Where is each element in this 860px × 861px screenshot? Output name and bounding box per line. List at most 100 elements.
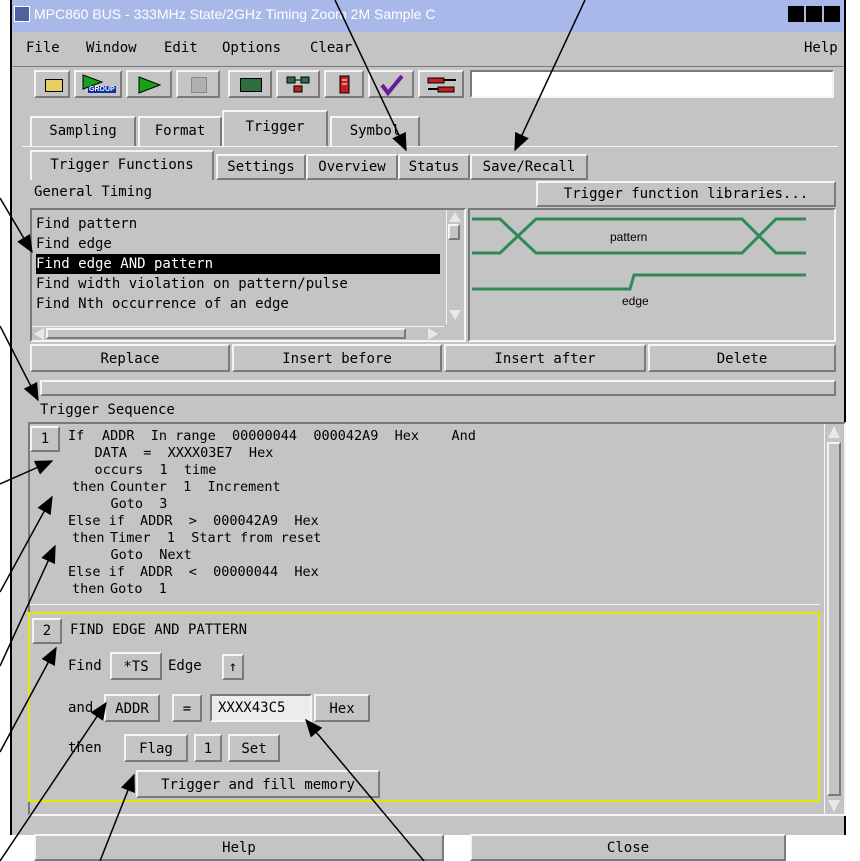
insert-after-button[interactable]: Insert after xyxy=(444,344,646,372)
edge-waveform-label: edge xyxy=(622,294,649,308)
signal-select-button[interactable]: *TS xyxy=(110,652,162,680)
play-icon xyxy=(138,76,162,94)
flag-number-button[interactable]: 1 xyxy=(194,734,222,762)
module-icon xyxy=(339,75,350,94)
stop-button[interactable] xyxy=(176,70,220,98)
step-1-line: Timer 1 Start from reset xyxy=(110,530,322,546)
operator-button[interactable]: = xyxy=(172,694,202,722)
bus-select-button[interactable]: ADDR xyxy=(104,694,160,722)
menu-bar: File Window Edit Options Clear Help xyxy=(12,32,844,64)
scroll-up-arrow[interactable] xyxy=(828,426,840,438)
listing-icon xyxy=(240,78,262,92)
waveform-preview xyxy=(472,217,806,291)
toolbar-status-field[interactable] xyxy=(470,70,834,98)
subtab-save-recall[interactable]: Save/Recall xyxy=(470,154,588,180)
window-title: MPC860 BUS - 333MHz State/2GHz Timing Zo… xyxy=(34,6,436,22)
menu-window[interactable]: Window xyxy=(86,40,137,56)
sequence-step-1[interactable]: If ADDR In range 00000044 000042A9 Hex A… xyxy=(62,428,762,600)
find-label: Find xyxy=(68,658,102,674)
step-2-number-button[interactable]: 2 xyxy=(32,618,62,644)
list-item[interactable]: Find Nth occurrence of an edge xyxy=(36,294,440,314)
scroll-thumb[interactable] xyxy=(827,442,841,796)
subtab-status[interactable]: Status xyxy=(398,154,470,180)
minimize-button[interactable] xyxy=(788,6,804,22)
step-1-keyword: If xyxy=(68,428,85,444)
check-button[interactable] xyxy=(368,70,414,98)
close-window-button[interactable] xyxy=(824,6,840,22)
tab-trigger[interactable]: Trigger xyxy=(222,110,328,148)
setup-button[interactable] xyxy=(418,70,464,98)
scroll-right-arrow[interactable] xyxy=(428,328,438,340)
step-1-line: Goto 1 xyxy=(110,581,167,597)
menu-help[interactable]: Help xyxy=(804,40,838,56)
window-menu-icon[interactable] xyxy=(14,6,30,22)
pane-divider[interactable] xyxy=(40,380,836,396)
scroll-left-arrow[interactable] xyxy=(34,328,44,340)
function-preview: pattern edge xyxy=(468,208,836,342)
step-1-line: ADDR > 000042A9 Hex xyxy=(140,513,319,529)
scroll-thumb[interactable] xyxy=(448,224,460,240)
waveform-button[interactable] xyxy=(276,70,320,98)
sequence-scrollbar[interactable] xyxy=(824,424,843,814)
list-horizontal-scrollbar[interactable] xyxy=(32,326,444,341)
step-1-keyword: then xyxy=(72,530,105,546)
subtab-overview[interactable]: Overview xyxy=(306,154,398,180)
edge-label: Edge xyxy=(168,658,202,674)
list-item-selected[interactable]: Find edge AND pattern xyxy=(36,254,440,274)
flag-set-button[interactable]: Set xyxy=(228,734,280,762)
trigger-and-fill-memory-button[interactable]: Trigger and fill memory xyxy=(136,770,380,798)
list-item[interactable]: Find width violation on pattern/pulse xyxy=(36,274,440,294)
trigger-sequence-title: Trigger Sequence xyxy=(40,402,175,418)
replace-button[interactable]: Replace xyxy=(30,344,230,372)
run-button[interactable] xyxy=(126,70,172,98)
group-run-button[interactable]: GROUP xyxy=(74,70,122,98)
tab-sampling[interactable]: Sampling xyxy=(30,116,136,146)
step-1-line: Counter 1 Increment xyxy=(110,479,281,495)
menu-edit[interactable]: Edit xyxy=(164,40,198,56)
open-file-button[interactable] xyxy=(34,70,70,98)
insert-before-button[interactable]: Insert before xyxy=(232,344,442,372)
tab-panel-border xyxy=(22,146,838,147)
tools-icon xyxy=(427,77,456,93)
scroll-down-arrow[interactable] xyxy=(449,310,461,320)
function-category-label: General Timing xyxy=(34,184,153,200)
sequence-step-2[interactable]: 2 FIND EDGE AND PATTERN Find *TS Edge ↑ … xyxy=(28,612,820,802)
subtab-settings[interactable]: Settings xyxy=(216,154,306,180)
delete-button[interactable]: Delete xyxy=(648,344,836,372)
module-button[interactable] xyxy=(324,70,364,98)
flag-action-button[interactable]: Flag xyxy=(124,734,188,762)
step-1-line: DATA = XXXX03E7 Hex xyxy=(62,445,274,461)
list-item[interactable]: Find pattern xyxy=(36,214,440,234)
tab-format[interactable]: Format xyxy=(138,116,222,146)
scroll-down-arrow[interactable] xyxy=(828,800,840,812)
pattern-value-field[interactable]: XXXX43C5 xyxy=(210,694,312,722)
and-label: and xyxy=(68,700,94,716)
step-1-keyword: then xyxy=(72,479,105,495)
step-2-title: FIND EDGE AND PATTERN xyxy=(70,622,248,638)
title-bar[interactable]: MPC860 BUS - 333MHz State/2GHz Timing Zo… xyxy=(12,0,844,32)
step-1-number-button[interactable]: 1 xyxy=(30,426,60,452)
stop-icon xyxy=(191,77,207,93)
help-button[interactable]: Help xyxy=(34,834,444,861)
edge-direction-button[interactable]: ↑ xyxy=(222,654,244,680)
scroll-thumb[interactable] xyxy=(46,328,406,339)
scroll-up-arrow[interactable] xyxy=(449,212,461,222)
step-1-line: Goto 3 xyxy=(78,496,168,512)
close-button[interactable]: Close xyxy=(470,834,786,861)
list-vertical-scrollbar[interactable] xyxy=(446,210,463,324)
base-select-button[interactable]: Hex xyxy=(314,694,370,722)
trigger-function-libraries-button[interactable]: Trigger function libraries... xyxy=(536,181,836,207)
list-item[interactable]: Find edge xyxy=(36,234,440,254)
waveform-icon xyxy=(286,76,310,93)
menu-clear[interactable]: Clear xyxy=(310,40,352,56)
listing-button[interactable] xyxy=(228,70,272,98)
subtab-trigger-functions[interactable]: Trigger Functions xyxy=(30,150,214,180)
step-1-keyword: Else if xyxy=(68,564,125,580)
step-1-keyword: Else if xyxy=(68,513,125,529)
tab-symbol[interactable]: Symbol xyxy=(330,116,420,146)
menu-options[interactable]: Options xyxy=(222,40,281,56)
folder-icon xyxy=(45,79,63,92)
trigger-function-list[interactable]: Find pattern Find edge Find edge AND pat… xyxy=(30,208,466,342)
menu-file[interactable]: File xyxy=(26,40,60,56)
maximize-button[interactable] xyxy=(806,6,822,22)
